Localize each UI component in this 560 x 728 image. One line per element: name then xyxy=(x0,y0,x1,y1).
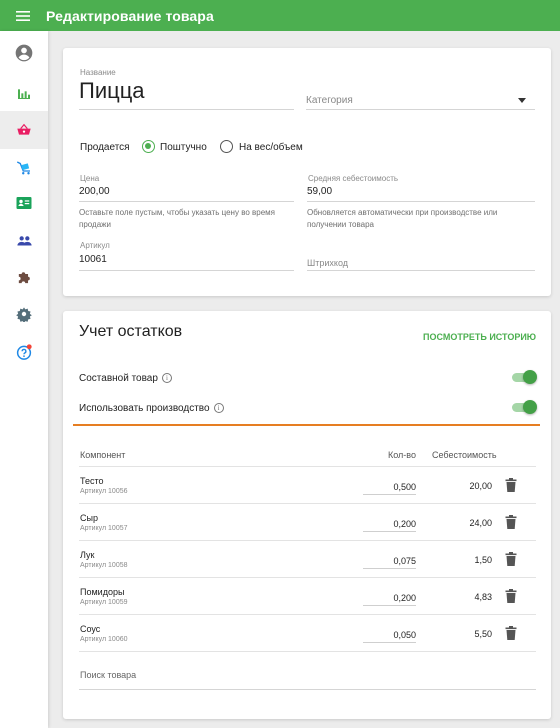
info-icon[interactable]: i xyxy=(213,403,224,414)
barcode-input[interactable]: Штрихкод xyxy=(307,258,348,268)
trash-icon[interactable] xyxy=(505,478,517,492)
sold-label: Продается xyxy=(80,142,130,153)
trash-icon[interactable] xyxy=(505,589,517,603)
sidebar-item-products[interactable] xyxy=(0,111,48,149)
contact-card-icon xyxy=(16,197,32,209)
table-row: Сыр Артикул 10057 0,200 24,00 xyxy=(79,504,536,541)
column-qty: Кол-во xyxy=(388,450,416,460)
component-article: Артикул 10060 xyxy=(80,636,128,643)
table-row: Помидоры Артикул 10059 0,200 4,83 xyxy=(79,578,536,615)
price-hint: Оставьте поле пустым, чтобы указать цену… xyxy=(79,208,276,229)
sidebar xyxy=(0,31,48,728)
trash-icon[interactable] xyxy=(505,552,517,566)
info-icon[interactable]: i xyxy=(161,373,172,384)
table-row: Соус Артикул 10060 0,050 5,50 xyxy=(79,615,536,652)
people-icon xyxy=(16,235,32,245)
sold-by-weight-label[interactable]: На вес/объем xyxy=(239,142,303,153)
product-name-input[interactable]: Пицца xyxy=(79,78,145,104)
component-name: Тесто xyxy=(80,476,104,486)
component-qty-input[interactable]: 0,200 xyxy=(363,519,416,532)
stock-title: Учет остатков xyxy=(79,323,183,340)
component-cost: 5,50 xyxy=(474,629,492,639)
article-input[interactable]: 10061 xyxy=(79,254,107,265)
shopping-basket-icon xyxy=(17,123,31,135)
bar-chart-icon xyxy=(18,89,30,99)
avg-cost-hint: Обновляется автоматически при производст… xyxy=(307,208,498,229)
column-cost: Себестоимость xyxy=(432,450,497,460)
sidebar-item-contacts[interactable] xyxy=(0,184,48,222)
cart-icon xyxy=(16,161,30,175)
avg-cost-label: Средняя себестоимость xyxy=(308,174,399,183)
component-article: Артикул 10059 xyxy=(80,599,128,606)
component-qty-input[interactable]: 0,075 xyxy=(363,556,416,569)
stock-card: Учет остатков ПОСМОТРЕТЬ ИСТОРИЮ Составн… xyxy=(63,311,551,719)
page-title: Редактирование товара xyxy=(46,7,214,24)
sidebar-item-account[interactable] xyxy=(0,34,48,72)
view-history-link[interactable]: ПОСМОТРЕТЬ ИСТОРИЮ xyxy=(423,332,536,342)
notification-badge xyxy=(26,344,32,350)
column-component: Компонент xyxy=(80,450,126,460)
sidebar-item-help[interactable] xyxy=(0,333,48,371)
trash-icon[interactable] xyxy=(505,626,517,640)
component-article: Артикул 10056 xyxy=(80,488,128,495)
component-name: Помидоры xyxy=(80,587,125,597)
component-cost: 1,50 xyxy=(474,555,492,565)
menu-icon[interactable] xyxy=(0,0,46,31)
component-article: Артикул 10057 xyxy=(80,525,128,532)
table-row: Тесто Артикул 10056 0,500 20,00 xyxy=(79,467,536,504)
component-name: Лук xyxy=(80,550,95,560)
name-label: Название xyxy=(80,68,116,77)
sold-by-weight-radio[interactable] xyxy=(220,140,233,153)
component-cost: 24,00 xyxy=(469,518,492,528)
sidebar-item-integrations[interactable] xyxy=(0,258,48,296)
article-label: Артикул xyxy=(80,241,110,250)
component-qty-input[interactable]: 0,200 xyxy=(363,593,416,606)
highlight-line xyxy=(73,424,540,426)
sold-by-piece-radio[interactable] xyxy=(142,140,155,153)
price-label: Цена xyxy=(80,174,100,183)
chevron-down-icon[interactable] xyxy=(518,98,526,103)
category-select[interactable]: Категория xyxy=(306,95,353,106)
trash-icon[interactable] xyxy=(505,515,517,529)
table-row: Лук Артикул 10058 0,075 1,50 xyxy=(79,541,536,578)
component-qty-input[interactable]: 0,050 xyxy=(363,630,416,643)
composite-label: Составной товар xyxy=(79,373,158,384)
puzzle-icon xyxy=(18,271,30,283)
production-toggle[interactable] xyxy=(512,400,537,414)
component-name: Сыр xyxy=(80,513,98,523)
composite-row: Составной товар i xyxy=(79,373,172,384)
gear-icon xyxy=(16,307,32,322)
sidebar-item-reports[interactable] xyxy=(0,75,48,113)
component-name: Соус xyxy=(80,624,101,634)
avg-cost-value: 59,00 xyxy=(307,186,333,197)
composite-toggle[interactable] xyxy=(512,370,537,384)
production-row: Использовать производство i xyxy=(79,403,224,414)
component-article: Артикул 10058 xyxy=(80,562,128,569)
production-label: Использовать производство xyxy=(79,403,210,414)
product-details-card: Название Пицца Категория Продается Пошту… xyxy=(63,48,551,296)
sidebar-item-supply[interactable] xyxy=(0,149,48,187)
app-bar: Редактирование товара xyxy=(0,0,560,31)
price-input[interactable]: 200,00 xyxy=(79,186,110,197)
help-icon xyxy=(16,344,32,360)
component-cost: 4,83 xyxy=(474,592,492,602)
sidebar-item-settings[interactable] xyxy=(0,295,48,333)
account-circle-icon xyxy=(15,44,33,62)
component-qty-input[interactable]: 0,500 xyxy=(363,482,416,495)
product-search-input[interactable]: Поиск товара xyxy=(80,670,136,680)
sidebar-item-customers[interactable] xyxy=(0,221,48,259)
component-cost: 20,00 xyxy=(469,481,492,491)
sold-by-piece-label[interactable]: Поштучно xyxy=(160,142,207,153)
